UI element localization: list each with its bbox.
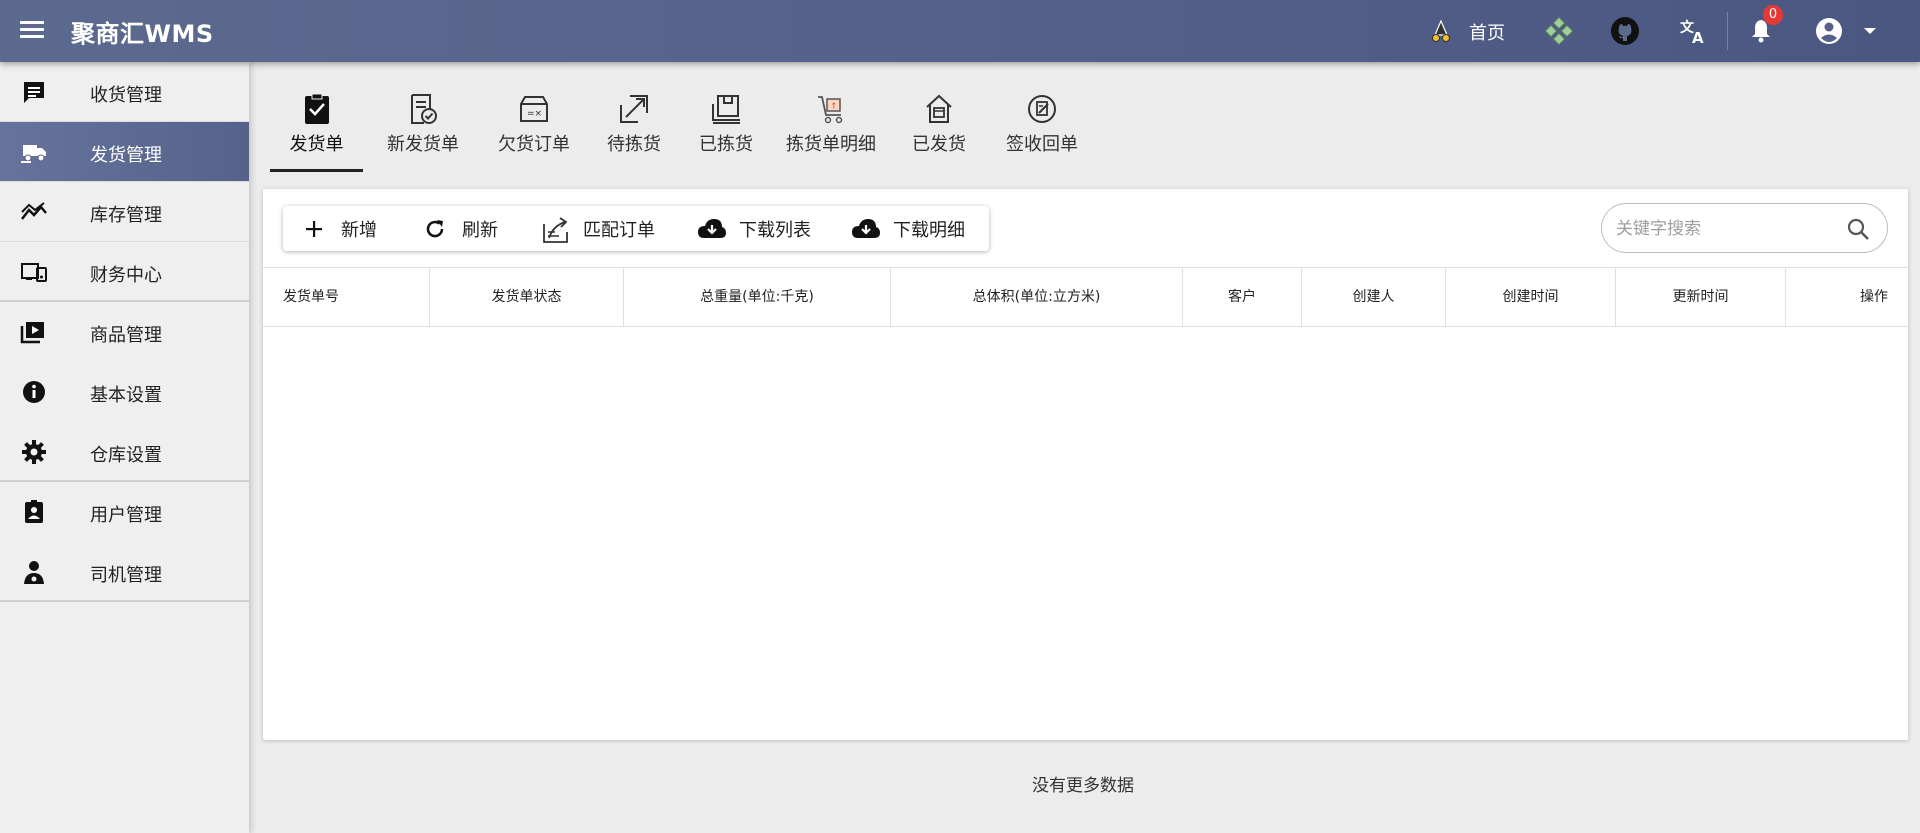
tab-signed-receipts[interactable]: 签收回单 (995, 92, 1089, 172)
refresh-icon (420, 214, 450, 244)
sidebar-item-shipping[interactable]: 发货管理 (0, 122, 249, 182)
svg-text:↑: ↑ (831, 102, 838, 111)
svg-text:A: A (1692, 29, 1704, 46)
box-x-icon: =× (485, 92, 583, 126)
pick-arrow-icon (593, 92, 675, 126)
tab-picked[interactable]: 已拣货 (686, 92, 766, 172)
sidebar-item-label: 财务中心 (90, 265, 162, 286)
sidebar-item-inventory[interactable]: 库存管理 (0, 182, 249, 242)
cloud-download-icon (851, 214, 881, 244)
match-orders-button[interactable]: 匹配订单 (541, 206, 655, 251)
shipped-house-icon (894, 92, 984, 126)
sidebar-item-label: 司机管理 (90, 565, 162, 586)
video-library-icon (20, 319, 48, 345)
column-header[interactable]: 客户 (1183, 268, 1302, 326)
new-order-icon (373, 92, 473, 126)
delivery-truck-icon (20, 139, 48, 165)
tab-shipped[interactable]: 已发货 (894, 92, 984, 172)
search-icon[interactable] (1845, 216, 1871, 242)
receipt-list-icon (20, 79, 48, 105)
sidebar-item-label: 收货管理 (90, 85, 162, 106)
info-icon (20, 379, 48, 405)
driver-icon (20, 559, 48, 585)
cloud-download-icon (697, 214, 727, 244)
order-check-icon (270, 92, 363, 126)
picked-box-icon (686, 92, 766, 126)
column-header[interactable]: 总重量(单位:千克) (624, 268, 891, 326)
sidebar-item-label: 发货管理 (90, 145, 162, 166)
column-header[interactable]: 更新时间 (1616, 268, 1786, 326)
sign-receipt-icon (995, 92, 1089, 126)
sidebar-item-label: 仓库设置 (90, 445, 162, 466)
github-icon[interactable] (1609, 15, 1641, 47)
tab-label: 拣货单明细 (786, 134, 876, 155)
devices-icon (20, 259, 48, 285)
add-label: 新增 (341, 219, 377, 241)
sidebar-item-warehouse-settings[interactable]: 仓库设置 (0, 422, 249, 482)
search-box (1601, 203, 1888, 253)
cart-detail-icon: ↑ (778, 92, 884, 126)
sidebar-item-drivers[interactable]: 司机管理 (0, 542, 249, 602)
sidebar-item-label: 基本设置 (90, 385, 162, 406)
translate-icon[interactable]: 文 A (1677, 15, 1709, 47)
tab-delivery-orders[interactable]: 发货单 (270, 92, 363, 172)
sidebar-item-finance[interactable]: 财务中心 (0, 242, 249, 302)
table-header: 发货单号 发货单状态 总重量(单位:千克) 总体积(单位:立方米) 客户 创建人… (263, 267, 1908, 327)
tab-label: 已拣货 (699, 134, 753, 155)
menu-icon[interactable] (20, 17, 50, 45)
tab-label: 待拣货 (607, 134, 661, 155)
chevron-down-icon[interactable] (1854, 15, 1886, 47)
column-header[interactable]: 操作 (1786, 268, 1908, 326)
tab-pending-pick[interactable]: 待拣货 (593, 92, 675, 172)
top-app-bar: 聚商汇WMS 首页 文 A 0 (0, 0, 1920, 62)
download-details-label: 下载明细 (893, 219, 965, 241)
tab-label: 欠货订单 (498, 134, 570, 155)
sidebar-item-label: 商品管理 (90, 325, 162, 346)
sidebar-item-receiving[interactable]: 收货管理 (0, 62, 249, 122)
tab-label: 已发货 (912, 134, 966, 155)
sidebar-item-label: 库存管理 (90, 205, 162, 226)
no-more-data-text: 没有更多数据 (1032, 776, 1134, 796)
column-header[interactable]: 发货单状态 (430, 268, 624, 326)
svg-text:=×: =× (527, 109, 542, 119)
column-header[interactable]: 发货单号 (263, 268, 430, 326)
toolbar: 新增 刷新 匹配订单 下载列表 下载明细 (283, 206, 989, 251)
refresh-button[interactable]: 刷新 (420, 206, 498, 251)
sidebar-item-products[interactable]: 商品管理 (0, 302, 249, 362)
column-header[interactable]: 创建人 (1302, 268, 1446, 326)
match-orders-icon (541, 214, 571, 244)
search-input[interactable] (1616, 216, 1836, 242)
sidebar-item-basic-settings[interactable]: 基本设置 (0, 362, 249, 422)
tab-label: 新发货单 (387, 134, 459, 155)
header-divider (1727, 12, 1728, 50)
download-list-button[interactable]: 下载列表 (697, 206, 811, 251)
app-title: 聚商汇WMS (71, 20, 214, 48)
tab-new-delivery-orders[interactable]: 新发货单 (373, 92, 473, 172)
badge-icon (20, 499, 48, 525)
tab-backorders[interactable]: =× 欠货订单 (485, 92, 583, 172)
delivery-orders-card: 新增 刷新 匹配订单 下载列表 下载明细 关键字搜索 发货单号 发货单状态 总重… (263, 189, 1908, 740)
add-button[interactable]: 新增 (299, 206, 377, 251)
tab-pick-list-details[interactable]: ↑ 拣货单明细 (778, 92, 884, 172)
tab-label: 签收回单 (1006, 134, 1078, 155)
download-list-label: 下载列表 (739, 219, 811, 241)
plus-icon (299, 214, 329, 244)
sidebar-item-label: 用户管理 (90, 505, 162, 526)
download-details-button[interactable]: 下载明细 (851, 206, 965, 251)
home-link[interactable]: 首页 (1469, 19, 1505, 45)
active-tab-indicator (270, 169, 363, 172)
gear-icon (20, 439, 48, 465)
trending-icon (20, 199, 48, 225)
sidebar-item-users[interactable]: 用户管理 (0, 482, 249, 542)
gitee-icon[interactable] (1543, 15, 1575, 47)
column-header[interactable]: 创建时间 (1446, 268, 1616, 326)
match-orders-label: 匹配订单 (583, 219, 655, 241)
notification-badge: 0 (1763, 5, 1783, 25)
sidebar: 收货管理 发货管理 库存管理 财务中心 商品管理 基本设置 仓库设置 用户管理 … (0, 62, 249, 833)
tab-label: 发货单 (289, 134, 344, 155)
refresh-label: 刷新 (462, 219, 498, 241)
column-header[interactable]: 总体积(单位:立方米) (891, 268, 1183, 326)
home-rocket-icon[interactable] (1428, 18, 1454, 44)
account-circle-icon[interactable] (1813, 15, 1845, 47)
